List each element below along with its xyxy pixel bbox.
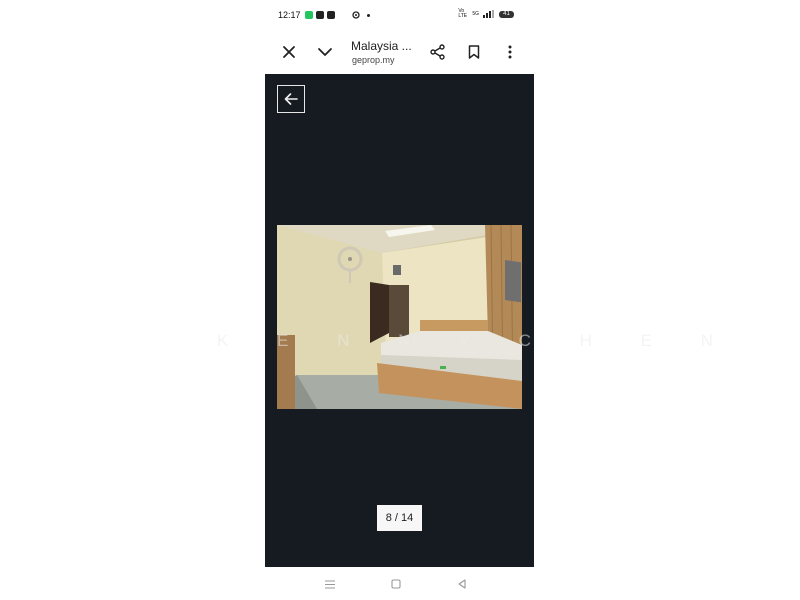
battery-icon: 41: [499, 10, 514, 18]
photo-watermark: K E N N Y C H E N: [217, 331, 735, 350]
bookmark-button[interactable]: [460, 38, 488, 66]
menu-lines-icon: [325, 580, 335, 588]
more-vertical-icon: [508, 45, 512, 59]
status-bar: 12:17 Vo LTE 5G 41: [265, 0, 534, 30]
square-icon: [391, 579, 401, 589]
photo-counter: 8 / 14: [377, 505, 422, 531]
close-icon: [283, 46, 295, 58]
status-indicators: Vo LTE 5G 41: [458, 9, 514, 19]
status-time: 12:17: [278, 10, 301, 20]
home-button[interactable]: [388, 576, 404, 592]
more-options-button[interactable]: [496, 38, 524, 66]
bookmark-icon: [468, 45, 480, 59]
vpn-icon: [352, 11, 360, 19]
bedroom-photo: [277, 225, 522, 409]
share-icon: [430, 44, 445, 60]
system-nav-bar: [265, 567, 534, 600]
arrow-left-icon: [284, 93, 298, 105]
phone-screen: 12:17 Vo LTE 5G 41 Malaysia ... geprop.m…: [265, 0, 534, 600]
page-title: Malaysia ...: [351, 39, 412, 53]
notification-dot-icon: [367, 14, 370, 17]
notification-app-icon: [305, 11, 313, 19]
notification-app-icon: [327, 11, 335, 19]
back-button[interactable]: [277, 85, 305, 113]
chevron-down-icon: [318, 48, 332, 56]
gallery-photo[interactable]: [277, 225, 522, 409]
triangle-back-icon: [458, 579, 466, 589]
notification-app-icon: [316, 11, 324, 19]
minimize-button[interactable]: [311, 38, 339, 66]
page-domain: geprop.my: [352, 55, 395, 65]
close-button[interactable]: [275, 38, 303, 66]
network-type-label: 5G: [472, 11, 479, 17]
share-button[interactable]: [424, 38, 452, 66]
browser-header: Malaysia ... geprop.my: [265, 30, 534, 74]
back-nav-button[interactable]: [454, 576, 470, 592]
signal-icon: [483, 10, 494, 18]
photo-gallery-viewer[interactable]: 8 / 14: [265, 74, 534, 567]
volte-label: Vo LTE: [458, 8, 468, 19]
recent-apps-button[interactable]: [322, 576, 338, 592]
